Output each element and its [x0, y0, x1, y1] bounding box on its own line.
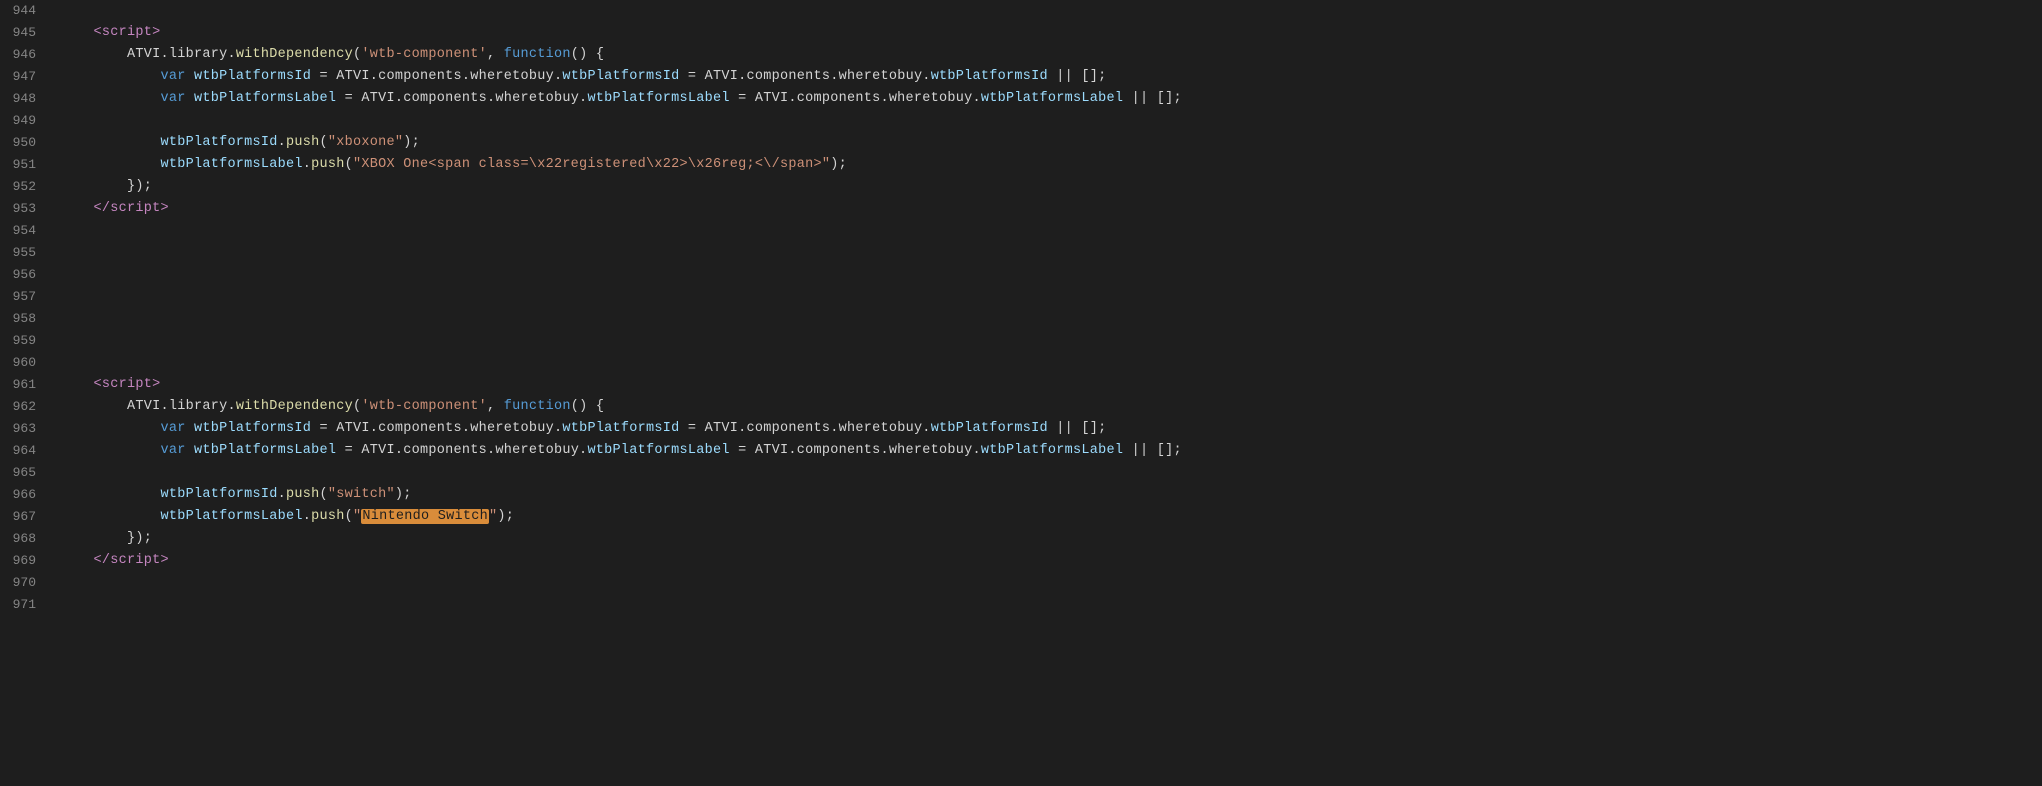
line-number: 960	[0, 352, 52, 374]
line-number: 944	[0, 0, 52, 22]
line-number: 947	[0, 66, 52, 88]
line-content: var wtbPlatformsId = ATVI.components.whe…	[52, 418, 2042, 440]
line-content	[52, 220, 2042, 242]
line-content: });	[52, 528, 2042, 550]
line-content	[52, 0, 2042, 22]
code-line: 959	[0, 330, 2042, 352]
code-line: 970	[0, 572, 2042, 594]
line-content: </script>	[52, 550, 2042, 572]
line-content	[52, 352, 2042, 374]
code-line: 945 <script>	[0, 22, 2042, 44]
line-content	[52, 242, 2042, 264]
highlighted-text: Nintendo Switch	[361, 509, 489, 524]
line-number: 961	[0, 374, 52, 396]
line-number: 953	[0, 198, 52, 220]
code-line: 946 ATVI.library.withDependency('wtb-com…	[0, 44, 2042, 66]
line-number: 955	[0, 242, 52, 264]
line-number: 950	[0, 132, 52, 154]
code-line: 969 </script>	[0, 550, 2042, 572]
code-line: 950 wtbPlatformsId.push("xboxone");	[0, 132, 2042, 154]
code-line: 953 </script>	[0, 198, 2042, 220]
line-content	[52, 286, 2042, 308]
line-content: wtbPlatformsLabel.push("Nintendo Switch"…	[52, 506, 2042, 528]
line-content	[52, 330, 2042, 352]
line-content: var wtbPlatformsId = ATVI.components.whe…	[52, 66, 2042, 88]
code-line: 947 var wtbPlatformsId = ATVI.components…	[0, 66, 2042, 88]
line-number: 946	[0, 44, 52, 66]
code-line: 965	[0, 462, 2042, 484]
line-content: wtbPlatformsId.push("switch");	[52, 484, 2042, 506]
code-line: 949	[0, 110, 2042, 132]
line-number: 971	[0, 594, 52, 616]
code-line-967: 967 wtbPlatformsLabel.push("Nintendo Swi…	[0, 506, 2042, 528]
code-line: 964 var wtbPlatformsLabel = ATVI.compone…	[0, 440, 2042, 462]
code-line: 958	[0, 308, 2042, 330]
line-number: 958	[0, 308, 52, 330]
line-number: 948	[0, 88, 52, 110]
code-editor: 944 945 <script> 946 ATVI.library.withDe…	[0, 0, 2042, 786]
code-line: 968 });	[0, 528, 2042, 550]
code-line: 956	[0, 264, 2042, 286]
line-number: 963	[0, 418, 52, 440]
code-line: 951 wtbPlatformsLabel.push("XBOX One<spa…	[0, 154, 2042, 176]
line-number: 970	[0, 572, 52, 594]
line-content: ATVI.library.withDependency('wtb-compone…	[52, 44, 2042, 66]
code-lines: 944 945 <script> 946 ATVI.library.withDe…	[0, 0, 2042, 616]
line-number: 967	[0, 506, 52, 528]
line-content	[52, 308, 2042, 330]
code-line: 963 var wtbPlatformsId = ATVI.components…	[0, 418, 2042, 440]
line-content: wtbPlatformsId.push("xboxone");	[52, 132, 2042, 154]
line-content: ATVI.library.withDependency('wtb-compone…	[52, 396, 2042, 418]
line-content	[52, 462, 2042, 484]
code-line: 966 wtbPlatformsId.push("switch");	[0, 484, 2042, 506]
code-line: 960	[0, 352, 2042, 374]
line-number: 959	[0, 330, 52, 352]
line-number: 969	[0, 550, 52, 572]
line-content	[52, 594, 2042, 616]
line-number: 957	[0, 286, 52, 308]
line-number: 956	[0, 264, 52, 286]
line-content: </script>	[52, 198, 2042, 220]
line-content: });	[52, 176, 2042, 198]
code-line: 961 <script>	[0, 374, 2042, 396]
line-number: 962	[0, 396, 52, 418]
line-number: 954	[0, 220, 52, 242]
code-line: 957	[0, 286, 2042, 308]
line-number: 968	[0, 528, 52, 550]
line-content: wtbPlatformsLabel.push("XBOX One<span cl…	[52, 154, 2042, 176]
line-content: var wtbPlatformsLabel = ATVI.components.…	[52, 88, 2042, 110]
line-content: <script>	[52, 22, 2042, 44]
line-number: 949	[0, 110, 52, 132]
line-content	[52, 264, 2042, 286]
line-number: 964	[0, 440, 52, 462]
line-number: 952	[0, 176, 52, 198]
code-line: 955	[0, 242, 2042, 264]
line-content	[52, 110, 2042, 132]
code-line: 948 var wtbPlatformsLabel = ATVI.compone…	[0, 88, 2042, 110]
line-content: var wtbPlatformsLabel = ATVI.components.…	[52, 440, 2042, 462]
line-number: 945	[0, 22, 52, 44]
line-content: <script>	[52, 374, 2042, 396]
code-line: 954	[0, 220, 2042, 242]
code-line: 962 ATVI.library.withDependency('wtb-com…	[0, 396, 2042, 418]
line-number: 951	[0, 154, 52, 176]
line-content	[52, 572, 2042, 594]
code-line: 971	[0, 594, 2042, 616]
line-number: 965	[0, 462, 52, 484]
line-number: 966	[0, 484, 52, 506]
code-line: 944	[0, 0, 2042, 22]
code-line: 952 });	[0, 176, 2042, 198]
